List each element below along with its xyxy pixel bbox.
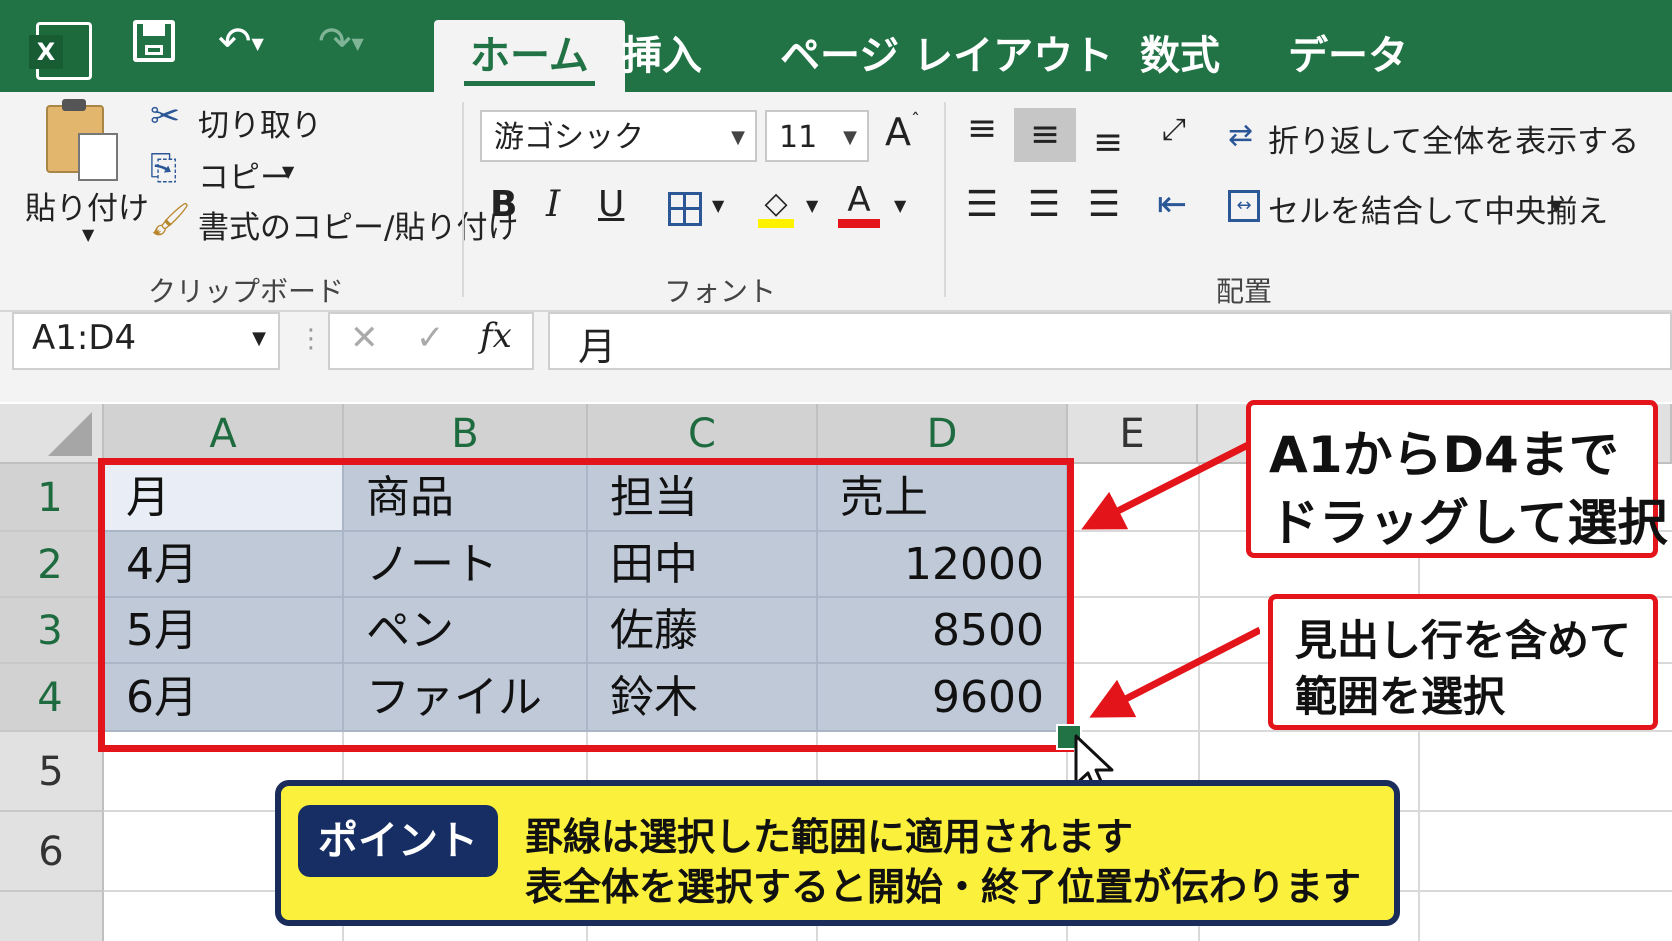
bold-button[interactable]: B xyxy=(490,184,517,225)
wrap-text-button[interactable]: 折り返して全体を表示する xyxy=(1268,116,1639,161)
drag-select-line2: ドラッグして選択 xyxy=(1269,494,1668,552)
align-left-icon[interactable]: ☰ xyxy=(962,184,1002,225)
font-size-select[interactable]: 11 ▼ xyxy=(765,110,869,162)
excel-icon[interactable]: X xyxy=(29,22,92,80)
tab-data[interactable]: データ xyxy=(1288,20,1408,92)
drag-select-callout: A1からD4まで ドラッグして選択 xyxy=(1246,400,1668,558)
align-middle-icon[interactable]: ≡ xyxy=(1014,108,1076,162)
tip-line1: 罫線は選択した範囲に適用されます xyxy=(525,815,1134,859)
arrow-to-selection xyxy=(1081,440,1252,530)
row-header-6[interactable]: 6 xyxy=(0,812,104,892)
row-header-1[interactable]: 1 xyxy=(0,464,104,532)
increase-font-size-icon[interactable]: Aˆ xyxy=(885,110,920,154)
chevron-down-icon: ▼ xyxy=(82,225,95,244)
font-name-select[interactable]: 游ゴシック ▼ xyxy=(480,110,757,162)
font-color-icon[interactable]: A xyxy=(838,180,880,228)
name-box[interactable]: A1:D4 ▼ xyxy=(12,312,280,370)
save-icon[interactable] xyxy=(133,20,175,62)
selection-highlight-outline xyxy=(98,458,1074,752)
align-bottom-icon[interactable]: ≡ xyxy=(1088,122,1128,163)
font-size-value: 11 xyxy=(779,120,818,155)
column-header-b[interactable]: B xyxy=(344,404,588,464)
formula-input[interactable]: 月 xyxy=(548,312,1672,370)
align-top-icon[interactable]: ≡ xyxy=(962,108,1002,149)
select-all-button[interactable] xyxy=(0,404,104,464)
formula-controls: ✕ ✓ fx xyxy=(328,312,534,370)
decrease-indent-icon[interactable]: ⇤ xyxy=(1152,184,1192,225)
tab-home[interactable]: ホーム xyxy=(434,20,625,92)
cancel-icon[interactable]: ✕ xyxy=(350,318,379,358)
copy-button[interactable]: コピー xyxy=(198,152,291,197)
orientation-icon[interactable]: ⤢ xyxy=(1154,112,1194,147)
column-header-c[interactable]: C xyxy=(588,404,818,464)
drag-select-line1: A1からD4まで xyxy=(1269,426,1619,484)
gridline xyxy=(1068,730,1672,732)
italic-button[interactable]: I xyxy=(546,184,560,225)
tip-line2: 表全体を選択すると開始・終了位置が伝わります xyxy=(525,865,1362,909)
row-header-3[interactable]: 3 xyxy=(0,598,104,664)
tab-home-label: ホーム xyxy=(470,33,589,79)
title-bar: X ↶▼ ↷▼ ホーム 挿入 ページ レイアウト 数式 データ xyxy=(0,0,1672,92)
merge-dropdown-icon[interactable]: ▼ xyxy=(1550,196,1562,215)
formula-bar: A1:D4 ▼ ⋮ ✕ ✓ fx 月 xyxy=(0,312,1672,402)
merge-center-icon[interactable]: ↔ xyxy=(1228,190,1260,222)
column-header-d[interactable]: D xyxy=(818,404,1068,464)
paste-button[interactable]: 貼り付け ▼ xyxy=(20,97,149,247)
active-tab-underline xyxy=(464,81,595,86)
scissors-icon[interactable]: ✂ xyxy=(150,96,180,137)
font-color-dropdown-icon[interactable]: ▼ xyxy=(894,196,906,215)
tab-page-layout[interactable]: ページ レイアウト xyxy=(780,20,1113,92)
arrow-to-fill-handle xyxy=(1089,626,1260,718)
callout-arrows xyxy=(1081,440,1260,718)
row-header-5[interactable]: 5 xyxy=(0,732,104,812)
format-painter-icon[interactable]: 🖌 xyxy=(150,200,191,238)
fill-color-dropdown-icon[interactable]: ▼ xyxy=(806,196,818,215)
copy-icon[interactable]: ⎘ xyxy=(150,148,177,188)
enter-icon[interactable]: ✓ xyxy=(416,318,445,358)
borders-icon[interactable] xyxy=(668,192,702,226)
group-divider xyxy=(944,102,946,297)
undo-icon[interactable]: ↶▼ xyxy=(218,14,264,72)
formula-content: 月 xyxy=(578,325,617,369)
underline-button[interactable]: U xyxy=(598,184,624,225)
tab-formulas[interactable]: 数式 xyxy=(1140,20,1220,92)
font-name-value: 游ゴシック xyxy=(494,120,644,155)
cut-button[interactable]: 切り取り xyxy=(198,100,322,145)
fill-color-icon[interactable]: ◇ xyxy=(758,186,794,228)
font-group-label: フォント xyxy=(664,275,777,308)
group-divider xyxy=(462,102,464,297)
tab-insert[interactable]: 挿入 xyxy=(622,20,702,92)
clipboard-icon xyxy=(46,99,118,181)
drag-handle-icon[interactable]: ⋮ xyxy=(298,324,324,354)
insert-function-icon[interactable]: fx xyxy=(480,316,512,356)
tip-badge: ポイント xyxy=(298,805,498,877)
paste-label: 貼り付け xyxy=(25,191,149,227)
row-header-2[interactable]: 2 xyxy=(0,532,104,598)
row-header-7[interactable] xyxy=(0,892,104,941)
font-color-glyph: A xyxy=(847,180,871,220)
clipboard-group-label: クリップボード xyxy=(148,275,345,308)
name-box-value: A1:D4 xyxy=(32,318,137,358)
row-header-4[interactable]: 4 xyxy=(0,664,104,732)
borders-dropdown-icon[interactable]: ▼ xyxy=(712,196,724,215)
chevron-down-icon: ▼ xyxy=(843,127,857,148)
chevron-down-icon: ▼ xyxy=(731,127,745,148)
include-header-line2: 範囲を選択 xyxy=(1295,672,1506,721)
format-painter-button[interactable]: 書式のコピー/貼り付け xyxy=(198,202,518,247)
column-header-a[interactable]: A xyxy=(104,404,344,464)
copy-dropdown-icon[interactable]: ▼ xyxy=(282,162,294,181)
include-header-callout: 見出し行を含めて 範囲を選択 xyxy=(1268,594,1658,730)
alignment-group-label: 配置 xyxy=(1216,275,1273,308)
chevron-down-icon: ▼ xyxy=(252,328,266,349)
ribbon: 貼り付け ▼ ✂ 切り取り ⎘ コピー ▼ 🖌 書式のコピー/貼り付け クリップ… xyxy=(0,92,1672,312)
wrap-text-icon[interactable]: ⇄ xyxy=(1228,118,1253,153)
align-center-icon[interactable]: ☰ xyxy=(1024,184,1064,225)
align-right-icon[interactable]: ☰ xyxy=(1084,184,1124,225)
redo-icon[interactable]: ↷▼ xyxy=(318,14,364,72)
include-header-line1: 見出し行を含めて xyxy=(1295,616,1632,665)
